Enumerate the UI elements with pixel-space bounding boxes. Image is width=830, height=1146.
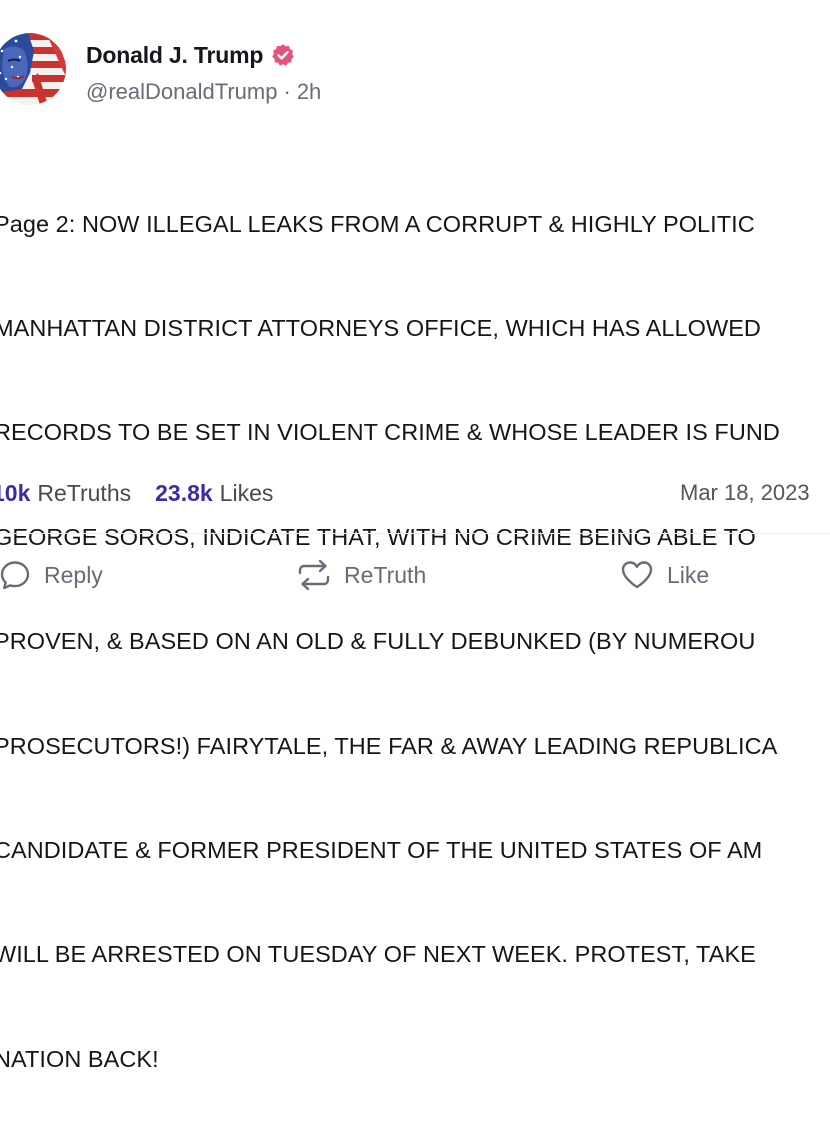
post-text-line: MANHATTAN DISTRICT ATTORNEYS OFFICE, WHI…: [0, 314, 761, 341]
reply-button[interactable]: Reply: [0, 555, 103, 595]
post-text-line: PROVEN, & BASED ON AN OLD & FULLY DEBUNK…: [0, 628, 756, 655]
verified-badge-icon: [271, 43, 295, 67]
retruth-button[interactable]: ReTruth: [296, 555, 426, 595]
retruth-label: ReTruth: [344, 561, 427, 588]
post-stats: 10k ReTruths 23.8k Likes: [0, 476, 273, 510]
post-text-line: Page 2: NOW ILLEGAL LEAKS FROM A CORRUPT…: [0, 210, 755, 237]
likes-label: Likes: [219, 479, 274, 506]
post-body-text: Page 2: NOW ILLEGAL LEAKS FROM A CORRUPT…: [0, 137, 830, 1146]
post-text-line: PROSECUTORS!) FAIRYTALE, THE FAR & AWAY …: [0, 732, 778, 759]
avatar-image: [0, 33, 66, 105]
post-date: Mar 18, 2023: [680, 480, 810, 505]
like-button[interactable]: Like: [619, 555, 709, 595]
post-card: Donald J. Trump @realDonaldTrump · 2h Pa…: [0, 0, 830, 1072]
reply-label: Reply: [44, 561, 103, 588]
post-text-line: CANDIDATE & FORMER PRESIDENT OF THE UNIT…: [0, 836, 763, 863]
post-text-line: GEORGE SOROS, INDICATE THAT, WITH NO CRI…: [0, 523, 756, 550]
author-handle[interactable]: @realDonaldTrump: [86, 79, 277, 105]
author-handle-row: @realDonaldTrump · 2h: [86, 77, 321, 107]
avatar[interactable]: [0, 33, 66, 105]
author-display-name[interactable]: Donald J. Trump: [86, 42, 263, 69]
divider: [0, 533, 830, 534]
likes-count: 23.8k: [155, 479, 213, 506]
meta-separator: ·: [283, 79, 291, 104]
post-text-line: RECORDS TO BE SET IN VIOLENT CRIME & WHO…: [0, 419, 780, 446]
reply-icon: [0, 558, 32, 592]
likes-count-link[interactable]: 23.8k Likes: [155, 480, 273, 507]
post-text-line: WILL BE ARRESTED ON TUESDAY OF NEXT WEEK…: [0, 941, 756, 968]
retruth-icon: [296, 558, 332, 592]
author-name-row: Donald J. Trump: [86, 40, 295, 70]
like-label: Like: [667, 561, 710, 588]
retruths-label: ReTruths: [37, 479, 132, 506]
retruths-count-link[interactable]: 10k ReTruths: [0, 480, 131, 507]
post-text-line: NATION BACK!: [0, 1045, 159, 1072]
retruths-count: 10k: [0, 479, 31, 506]
post-time-ago[interactable]: 2h: [297, 79, 321, 105]
heart-icon: [619, 558, 655, 592]
